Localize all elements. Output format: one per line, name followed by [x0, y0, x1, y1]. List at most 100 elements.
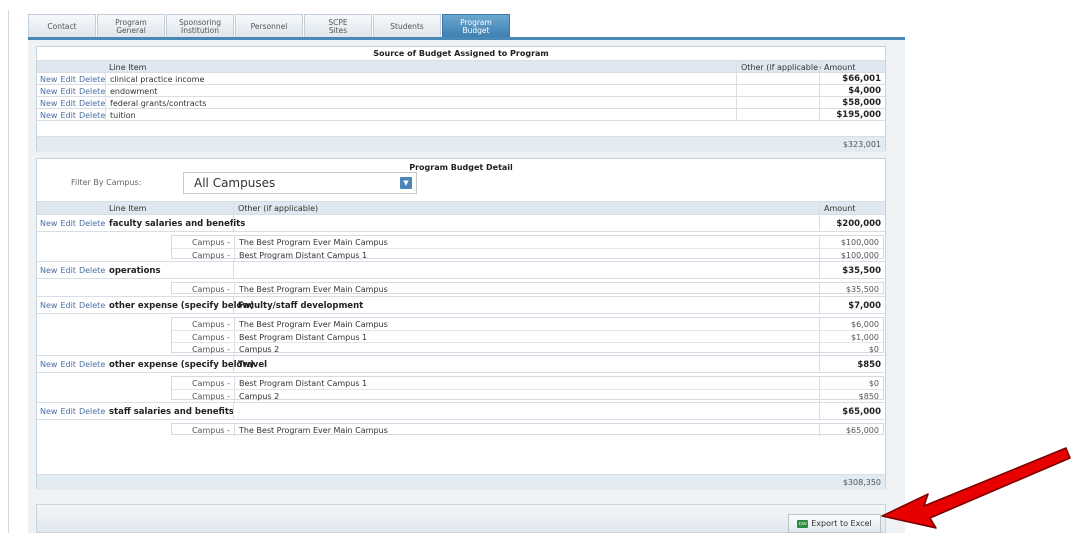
budget-other [233, 403, 238, 420]
source-total: $323,001 [842, 140, 881, 149]
budget-item-row: New Edit Delete operations $35,500 [37, 261, 885, 279]
campus-amount: $0 [819, 343, 883, 355]
campus-label: Campus - [191, 378, 230, 388]
delete-link[interactable]: Delete [79, 360, 105, 369]
campus-name: The Best Program Ever Main Campus [234, 318, 388, 330]
campus-name: The Best Program Ever Main Campus [234, 283, 388, 295]
source-divider [37, 120, 885, 122]
new-link[interactable]: New [40, 75, 57, 84]
campus-label: Campus - [191, 319, 230, 329]
campus-row: Campus - Campus 2 $0 [172, 342, 883, 355]
delete-link[interactable]: Delete [79, 99, 105, 108]
edit-link[interactable]: Edit [60, 407, 76, 416]
tab-label-line2: General [116, 25, 146, 35]
delete-link[interactable]: Delete [79, 407, 105, 416]
new-link[interactable]: New [40, 301, 57, 310]
excel-icon: csv [797, 519, 809, 528]
edit-link[interactable]: Edit [60, 111, 76, 120]
row-actions: New Edit Delete [37, 297, 105, 314]
campus-filter-select[interactable]: All Campuses ▼ [183, 172, 417, 194]
new-link[interactable]: New [40, 99, 57, 108]
detail-total-row: $308,350 [37, 474, 885, 490]
edit-link[interactable]: Edit [60, 75, 76, 84]
tab-label: Program Budget [460, 18, 492, 35]
budget-other: Travel [233, 356, 267, 373]
source-budget-panel: Source of Budget Assigned to Program Lin… [36, 46, 886, 152]
tab-scpe-sites[interactable]: SCPE Sites [304, 14, 372, 38]
delete-link[interactable]: Delete [79, 266, 105, 275]
new-link[interactable]: New [40, 219, 57, 228]
campus-table: Campus - Best Program Distant Campus 1 $0 C… [171, 376, 884, 402]
campus-name: Campus 2 [234, 343, 279, 355]
campus-amount: $0 [819, 377, 883, 389]
budget-line-item: operations [109, 265, 161, 276]
edit-link[interactable]: Edit [60, 87, 76, 96]
row-actions: New Edit Delete [37, 262, 105, 279]
budget-amount: $850 [819, 356, 885, 373]
delete-link[interactable]: Delete [79, 87, 105, 96]
tab-label-line2: Sites [328, 25, 348, 35]
delete-link[interactable]: Delete [79, 301, 105, 310]
budget-detail-panel: Program Budget Detail Filter By Campus: … [36, 158, 886, 490]
tab-personnel[interactable]: Personnel [235, 14, 303, 38]
campus-row: Campus - Campus 2 $850 [172, 389, 883, 402]
budget-line-item: faculty salaries and benefits [109, 218, 246, 229]
delete-link[interactable]: Delete [79, 111, 105, 120]
tab-program-general[interactable]: Program General [97, 14, 165, 38]
edit-link[interactable]: Edit [60, 360, 76, 369]
campus-row: Campus - The Best Program Ever Main Campu… [172, 318, 883, 330]
campus-label: Campus - [191, 250, 230, 260]
campus-name: Best Program Distant Campus 1 [234, 377, 367, 389]
delete-link[interactable]: Delete [79, 219, 105, 228]
tab-sponsoring-institution[interactable]: Sponsoring Institution [166, 14, 234, 38]
source-title-row: Source of Budget Assigned to Program [37, 47, 885, 60]
campus-breakdown: Campus - The Best Program Ever Main Campu… [37, 419, 885, 438]
tab-program-budget[interactable]: Program Budget [442, 14, 510, 38]
campus-row: Campus - The Best Program Ever Main Campu… [172, 283, 883, 295]
budget-line-item: other expense (specify below) [109, 300, 255, 311]
edit-link[interactable]: Edit [60, 99, 76, 108]
detail-total: $308,350 [842, 478, 881, 487]
campus-label: Campus - [191, 344, 230, 354]
chevron-down-icon[interactable]: ▼ [400, 177, 412, 189]
campus-table: Campus - The Best Program Ever Main Campu… [171, 235, 884, 261]
budget-item-row: New Edit Delete faculty salaries and benefi… [37, 214, 885, 232]
edit-link[interactable]: Edit [60, 301, 76, 310]
edit-link[interactable]: Edit [60, 219, 76, 228]
red-arrow-icon [881, 447, 1071, 529]
campus-table: Campus - The Best Program Ever Main Campu… [171, 317, 884, 355]
tab-contact[interactable]: Contact [28, 14, 96, 38]
source-title: Source of Budget Assigned to Program [373, 49, 549, 58]
export-to-excel-button[interactable]: csv Export to Excel [788, 514, 881, 533]
campus-label: Campus - [191, 237, 230, 247]
campus-breakdown: Campus - Best Program Distant Campus 1 $0 C… [37, 372, 885, 403]
tab-label-line2: Institution [181, 25, 219, 35]
budget-other [233, 262, 238, 279]
edit-link[interactable]: Edit [60, 266, 76, 275]
budget-item-row: New Edit Delete other expense (specify belo… [37, 296, 885, 314]
campus-label: Campus - [191, 425, 230, 435]
campus-breakdown: Campus - The Best Program Ever Main Campu… [37, 278, 885, 297]
campus-filter-value: All Campuses [194, 176, 276, 190]
delete-link[interactable]: Delete [79, 75, 105, 84]
new-link[interactable]: New [40, 266, 57, 275]
campus-amount: $35,500 [819, 283, 883, 295]
new-link[interactable]: New [40, 111, 57, 120]
campus-amount: $6,000 [819, 318, 883, 330]
detail-header-row: Line Item Other (if applicable) Amount [37, 201, 885, 215]
campus-amount: $65,000 [819, 424, 883, 436]
campus-row: Campus - The Best Program Ever Main Campu… [172, 236, 883, 248]
new-link[interactable]: New [40, 87, 57, 96]
budget-other: Faculty/staff development [233, 297, 363, 314]
tab-students[interactable]: Students [373, 14, 441, 38]
campus-amount: $850 [819, 390, 883, 402]
new-link[interactable]: New [40, 360, 57, 369]
campus-table: Campus - The Best Program Ever Main Campu… [171, 282, 884, 295]
campus-name: Campus 2 [234, 390, 279, 402]
new-link[interactable]: New [40, 407, 57, 416]
tab-label: Personnel [250, 21, 288, 31]
campus-row: Campus - Best Program Distant Campus 1 $0 [172, 377, 883, 389]
campus-name: Best Program Distant Campus 1 [234, 249, 367, 261]
campus-label: Campus - [191, 284, 230, 294]
campus-name: The Best Program Ever Main Campus [234, 236, 388, 248]
